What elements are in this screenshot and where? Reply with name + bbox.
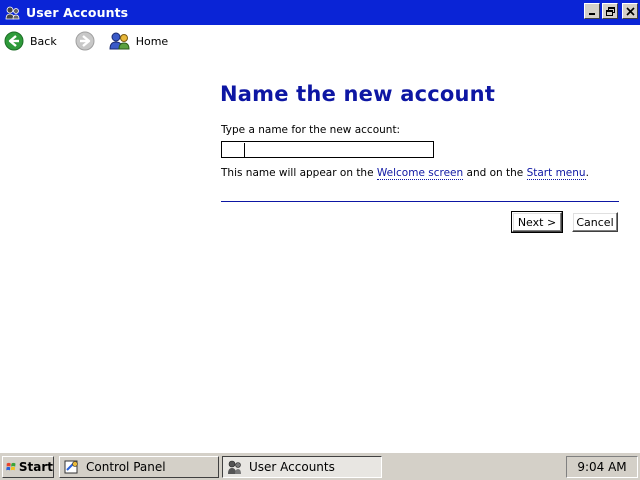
start-button[interactable]: Start <box>2 456 54 478</box>
user-accounts-icon <box>228 460 241 474</box>
control-panel-icon <box>64 460 78 474</box>
cancel-button[interactable]: Cancel <box>572 212 618 232</box>
home-label: Home <box>135 34 169 48</box>
close-button[interactable] <box>622 3 638 19</box>
restore-button[interactable] <box>602 3 618 19</box>
forward-button[interactable] <box>75 31 95 51</box>
start-menu-link[interactable]: Start menu <box>526 167 586 180</box>
account-name-hint: This name will appear on the Welcome scr… <box>221 167 589 180</box>
page-title: Name the new account <box>220 82 496 106</box>
taskbar: Start Control Panel User Accounts 9:04 A… <box>0 452 640 480</box>
welcome-screen-link[interactable]: Welcome screen <box>376 167 464 180</box>
navigation-bar: Back Home <box>0 26 640 56</box>
close-icon <box>625 6 635 16</box>
back-arrow-icon <box>4 31 24 51</box>
hint-text: and on the <box>463 167 527 179</box>
forward-arrow-icon <box>75 31 95 51</box>
next-button[interactable]: Next > <box>511 211 563 233</box>
title-bar[interactable]: User Accounts <box>0 0 640 25</box>
account-name-label: Type a name for the new account: <box>221 124 401 136</box>
minimize-button[interactable] <box>584 3 600 19</box>
account-name-input[interactable] <box>221 141 434 158</box>
taskbar-user-accounts[interactable]: User Accounts <box>222 456 382 478</box>
system-clock[interactable]: 9:04 AM <box>566 456 638 478</box>
window-title: User Accounts <box>26 5 129 20</box>
taskbar-control-panel[interactable]: Control Panel <box>59 456 219 478</box>
taskbar-item-label: Control Panel <box>86 460 166 474</box>
user-accounts-icon <box>4 5 22 21</box>
taskbar-item-label: User Accounts <box>249 460 335 474</box>
minimize-icon <box>589 13 595 15</box>
divider <box>221 201 619 202</box>
text-cursor <box>244 143 245 157</box>
users-home-icon <box>109 32 130 50</box>
windows-logo-icon <box>6 462 16 471</box>
back-button[interactable]: Back <box>4 31 57 51</box>
hint-text: This name will appear on the <box>221 167 377 179</box>
hint-text: . <box>585 167 589 179</box>
restore-icon <box>605 6 615 16</box>
start-label: Start <box>18 460 53 474</box>
home-button[interactable]: Home <box>109 32 168 50</box>
back-label: Back <box>30 34 57 48</box>
